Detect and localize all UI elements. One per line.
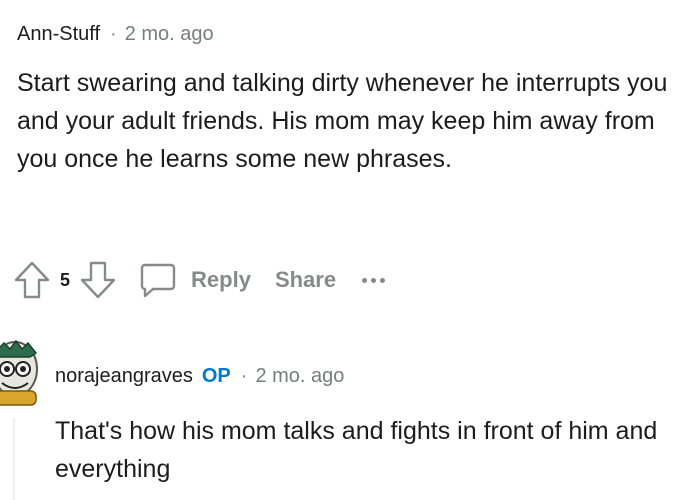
comment-timestamp[interactable]: 2 mo. ago	[125, 22, 214, 46]
comment-icon	[139, 261, 177, 299]
downvote-icon[interactable]	[79, 260, 117, 300]
comment-actions: 5 Reply Share	[13, 258, 386, 302]
meta-separator: ·	[240, 365, 248, 387]
comment-author[interactable]: norajeangraves	[55, 364, 193, 388]
comment-meta: norajeangraves OP · 2 mo. ago	[55, 364, 695, 388]
upvote-icon[interactable]	[13, 260, 51, 300]
reply-label: Reply	[191, 267, 251, 292]
vote-count: 5	[60, 269, 71, 290]
op-badge: OP	[201, 365, 231, 387]
more-icon[interactable]	[362, 277, 386, 283]
thread-line[interactable]	[13, 418, 15, 500]
share-button[interactable]: Share	[275, 267, 336, 293]
meta-separator: ·	[110, 23, 117, 45]
comment-author[interactable]: Ann-Stuff	[17, 22, 100, 46]
avatar[interactable]	[0, 335, 42, 407]
comment-norajeangraves: norajeangraves OP · 2 mo. ago That's how…	[55, 364, 695, 488]
comment-body: Start swearing and talking dirty wheneve…	[17, 69, 668, 173]
comment-meta: Ann-Stuff · 2 mo. ago	[17, 22, 697, 46]
reply-button[interactable]: Reply	[139, 261, 251, 299]
comment-timestamp[interactable]: 2 mo. ago	[255, 364, 344, 388]
comment-ann-stuff: Ann-Stuff · 2 mo. ago Start swearing and…	[17, 22, 697, 178]
comment-body: That's how his mom talks and fights in f…	[55, 417, 658, 483]
